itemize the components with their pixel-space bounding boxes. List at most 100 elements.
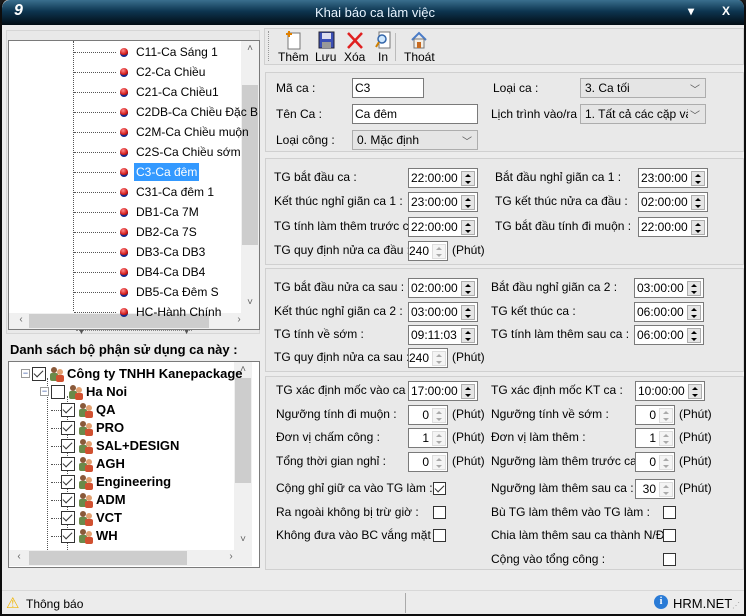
loai-cong-select[interactable]: 0. Mặc định ﹀ — [352, 130, 478, 150]
dept-item[interactable]: Công ty TNHH Kanepackage — [67, 365, 243, 383]
number-spinner[interactable]: 1 — [408, 428, 448, 448]
spin-arrows-icon[interactable] — [461, 195, 475, 210]
toolbar-button-0[interactable]: Thêm — [278, 30, 309, 64]
shift-item[interactable]: DB1-Ca 7M — [136, 203, 199, 221]
scroll-thumb[interactable] — [29, 551, 187, 565]
shift-item[interactable]: HC-Hành Chính — [136, 303, 221, 321]
toolbar-button-1[interactable]: Lưu — [315, 30, 336, 64]
shift-item[interactable]: C3-Ca đêm — [134, 163, 200, 181]
scroll-down-icon[interactable]: ˅ — [242, 297, 258, 308]
option-checkbox[interactable] — [663, 553, 676, 566]
option-checkbox[interactable] — [663, 506, 676, 519]
dept-checkbox[interactable] — [61, 511, 75, 525]
scroll-thumb[interactable] — [235, 378, 251, 483]
number-spinner[interactable]: 1 — [635, 428, 675, 448]
dept-tree-hscrollbar[interactable]: ‹ › — [9, 550, 252, 566]
spin-arrows-icon[interactable] — [432, 408, 446, 423]
lich-trinh-select[interactable]: 1. Tất cả các cặp vào ﹀ — [580, 104, 706, 124]
spin-arrows-icon[interactable] — [687, 305, 701, 320]
number-spinner[interactable]: 240 — [408, 348, 448, 368]
spin-arrows-icon[interactable] — [461, 305, 475, 320]
spin-arrows-icon[interactable] — [691, 195, 705, 210]
time-spinner[interactable]: 17:00:00 — [408, 381, 478, 401]
close-button[interactable]: X — [722, 4, 730, 18]
time-spinner[interactable]: 02:00:00 — [638, 192, 708, 212]
number-spinner[interactable]: 30 — [635, 479, 675, 499]
dept-item[interactable]: WH — [96, 527, 118, 545]
time-spinner[interactable]: 23:00:00 — [408, 192, 478, 212]
dept-item[interactable]: Engineering — [96, 473, 171, 491]
option-checkbox[interactable] — [433, 506, 446, 519]
time-spinner[interactable]: 22:00:00 — [638, 217, 708, 237]
time-spinner[interactable]: 22:00:00 — [408, 217, 478, 237]
shift-item[interactable]: C11-Ca Sáng 1 — [136, 43, 218, 61]
shift-item[interactable]: C2DB-Ca Chiều Đặc B — [136, 103, 258, 121]
spin-arrows-icon[interactable] — [659, 455, 673, 470]
spin-arrows-icon[interactable] — [659, 482, 673, 497]
shift-item[interactable]: DB3-Ca DB3 — [136, 243, 205, 261]
time-spinner[interactable]: 02:00:00 — [408, 278, 478, 298]
shift-item[interactable]: DB5-Ca Đêm S — [136, 283, 219, 301]
dept-item[interactable]: SAL+DESIGN — [96, 437, 179, 455]
spin-arrows-icon[interactable] — [432, 431, 446, 446]
toolbar-button-2[interactable]: Xóa — [344, 30, 365, 64]
spin-arrows-icon[interactable] — [659, 408, 673, 423]
option-checkbox[interactable] — [663, 529, 676, 542]
dept-checkbox[interactable] — [61, 403, 75, 417]
dept-item[interactable]: AGH — [96, 455, 125, 473]
shift-item[interactable]: C21-Ca Chiều1 — [136, 83, 219, 101]
spin-arrows-icon[interactable] — [691, 171, 705, 186]
dept-tree-vscrollbar[interactable]: ˄ ˅ — [234, 362, 252, 550]
ten-ca-input[interactable]: Ca đêm — [352, 104, 478, 124]
ma-ca-input[interactable]: C3 — [352, 78, 424, 98]
shift-tree[interactable]: ˄ ˅ ‹ › C11-Ca Sáng 1 C2-Ca Chiều C21-Ca C… — [8, 40, 260, 330]
collapse-icon[interactable]: − — [21, 369, 30, 378]
shift-item[interactable]: C31-Ca đêm 1 — [136, 183, 214, 201]
toolbar-button-3[interactable]: In — [374, 30, 392, 64]
time-spinner[interactable]: 09:11:03 — [408, 325, 478, 345]
scroll-right-icon[interactable]: › — [231, 314, 247, 325]
resize-grip[interactable]: ⋰ — [732, 601, 740, 610]
shift-tree-hscrollbar[interactable]: ‹ › — [9, 313, 259, 329]
spin-arrows-icon[interactable] — [691, 220, 705, 235]
dept-checkbox[interactable] — [61, 421, 75, 435]
spin-arrows-icon[interactable] — [461, 281, 475, 296]
dept-checkbox[interactable] — [32, 367, 46, 381]
shift-item[interactable]: C2S-Ca Chiều sớm — [136, 143, 241, 161]
shift-item[interactable]: DB2-Ca 7S — [136, 223, 197, 241]
shift-item[interactable]: DB4-Ca DB4 — [136, 263, 205, 281]
option-checkbox[interactable] — [433, 529, 446, 542]
number-spinner[interactable]: 0 — [635, 405, 675, 425]
shift-item[interactable]: C2M-Ca Chiều muộn — [136, 123, 249, 141]
spin-arrows-icon[interactable] — [432, 455, 446, 470]
toolbar-button-4[interactable]: Thoát — [404, 30, 435, 64]
spin-arrows-icon[interactable] — [432, 244, 446, 259]
spin-arrows-icon[interactable] — [432, 351, 446, 366]
time-spinner[interactable]: 06:00:00 — [634, 302, 704, 322]
time-spinner[interactable]: 03:00:00 — [634, 278, 704, 298]
collapse-icon[interactable]: − — [40, 387, 49, 396]
shift-item[interactable]: C2-Ca Chiều — [136, 63, 205, 81]
dept-item[interactable]: ADM — [96, 491, 126, 509]
dept-item[interactable]: PRO — [96, 419, 124, 437]
spin-arrows-icon[interactable] — [659, 431, 673, 446]
dept-checkbox[interactable] — [61, 529, 75, 543]
option-checkbox[interactable] — [433, 482, 446, 495]
scroll-left-icon[interactable]: ‹ — [11, 551, 27, 562]
scroll-up-icon[interactable]: ˄ — [242, 43, 258, 54]
time-spinner[interactable]: 22:00:00 — [408, 168, 478, 188]
shift-tree-vscrollbar[interactable]: ˄ ˅ — [241, 41, 259, 313]
time-spinner[interactable]: 03:00:00 — [408, 302, 478, 322]
dept-checkbox[interactable] — [61, 493, 75, 507]
scroll-right-icon[interactable]: › — [223, 551, 239, 562]
dept-checkbox[interactable] — [61, 457, 75, 471]
time-spinner[interactable]: 10:00:00 — [635, 381, 705, 401]
dept-checkbox[interactable] — [61, 439, 75, 453]
spin-arrows-icon[interactable] — [687, 281, 701, 296]
scroll-down-icon[interactable]: ˅ — [235, 534, 251, 545]
dept-item[interactable]: Ha Noi — [86, 383, 127, 401]
number-spinner[interactable]: 0 — [408, 405, 448, 425]
spin-arrows-icon[interactable] — [461, 220, 475, 235]
minimize-button[interactable]: ▾ — [688, 4, 694, 18]
number-spinner[interactable]: 0 — [408, 452, 448, 472]
